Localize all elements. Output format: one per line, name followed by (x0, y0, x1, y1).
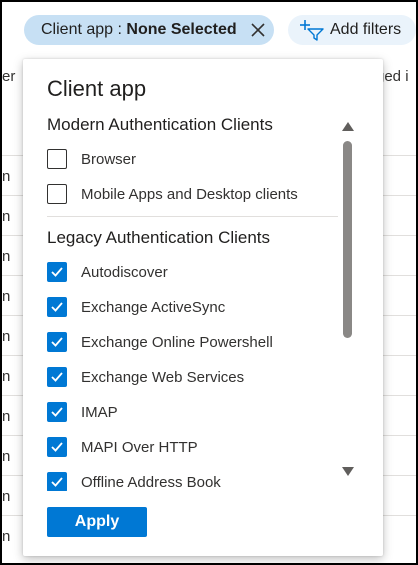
option-label: Mobile Apps and Desktop clients (81, 185, 298, 203)
option-exchange-web-services[interactable]: Exchange Web Services (47, 365, 244, 389)
table-cell: n (2, 288, 11, 305)
table-cell: n (2, 328, 11, 345)
client-app-filter-pill[interactable]: Client app : None Selected (24, 15, 274, 45)
client-app-filter-value: None Selected (126, 21, 237, 38)
checkbox-imap[interactable] (47, 402, 67, 422)
checkmark-icon (51, 267, 63, 277)
section-divider (47, 216, 338, 217)
checkbox-mobile-apps-desktop[interactable] (47, 184, 67, 204)
checkbox-exchange-web-services[interactable] (47, 367, 67, 387)
option-label: Autodiscover (81, 263, 168, 281)
modern-auth-heading: Modern Authentication Clients (47, 115, 273, 134)
checkmark-icon (51, 372, 63, 382)
client-app-filter-key: Client app : (41, 21, 127, 38)
table-cell: n (2, 528, 11, 545)
option-mobile-apps-desktop[interactable]: Mobile Apps and Desktop clients (47, 182, 298, 206)
option-label: Offline Address Book (81, 473, 221, 491)
checkbox-autodiscover[interactable] (47, 262, 67, 282)
table-cell: n (2, 208, 11, 225)
option-offline-address-book[interactable]: Offline Address Book (47, 470, 221, 491)
table-cell: n (2, 368, 11, 385)
option-label: Exchange Online Powershell (81, 333, 273, 351)
option-mapi-over-http[interactable]: MAPI Over HTTP (47, 435, 198, 459)
option-exchange-online-powershell[interactable]: Exchange Online Powershell (47, 330, 273, 354)
apply-button[interactable]: Apply (47, 507, 147, 537)
checkbox-exchange-online-powershell[interactable] (47, 332, 67, 352)
checkmark-icon (51, 302, 63, 312)
table-cell: n (2, 488, 11, 505)
table-header-left: er (2, 68, 16, 85)
option-exchange-activesync[interactable]: Exchange ActiveSync (47, 295, 225, 319)
checkmark-icon (51, 477, 63, 487)
checkbox-browser[interactable] (47, 149, 67, 169)
legacy-auth-heading: Legacy Authentication Clients (47, 228, 271, 247)
add-filter-icon (300, 20, 324, 41)
add-filters-label: Add filters (330, 21, 402, 38)
checkmark-icon (51, 337, 63, 347)
checkbox-offline-address-book[interactable] (47, 472, 67, 491)
checkmark-icon (51, 442, 63, 452)
option-autodiscover[interactable]: Autodiscover (47, 260, 168, 284)
table-cell: n (2, 408, 11, 425)
option-label: MAPI Over HTTP (81, 438, 198, 456)
scroll-up-arrow-icon[interactable] (341, 120, 355, 132)
table-cell: n (2, 168, 11, 185)
option-label: Browser (81, 150, 137, 168)
window-frame: Client app : None Selected Add filters e… (0, 0, 418, 565)
scroll-down-arrow-icon[interactable] (341, 466, 355, 478)
table-cell: n (2, 248, 11, 265)
options-scroll-area[interactable]: Modern Authentication Clients Browser Mo… (23, 59, 353, 491)
option-imap[interactable]: IMAP (47, 400, 118, 424)
checkmark-icon (51, 407, 63, 417)
checkbox-exchange-activesync[interactable] (47, 297, 67, 317)
checkbox-mapi-over-http[interactable] (47, 437, 67, 457)
option-label: Exchange Web Services (81, 368, 245, 386)
add-filters-button[interactable]: Add filters (288, 15, 416, 45)
option-label: IMAP (81, 403, 118, 421)
table-cell: n (2, 448, 11, 465)
client-app-dropdown-panel: Client app Modern Authentication Clients… (23, 59, 383, 556)
option-browser[interactable]: Browser (47, 147, 136, 171)
scrollbar-thumb[interactable] (343, 141, 352, 338)
option-label: Exchange ActiveSync (81, 298, 226, 316)
close-icon[interactable] (248, 20, 268, 40)
